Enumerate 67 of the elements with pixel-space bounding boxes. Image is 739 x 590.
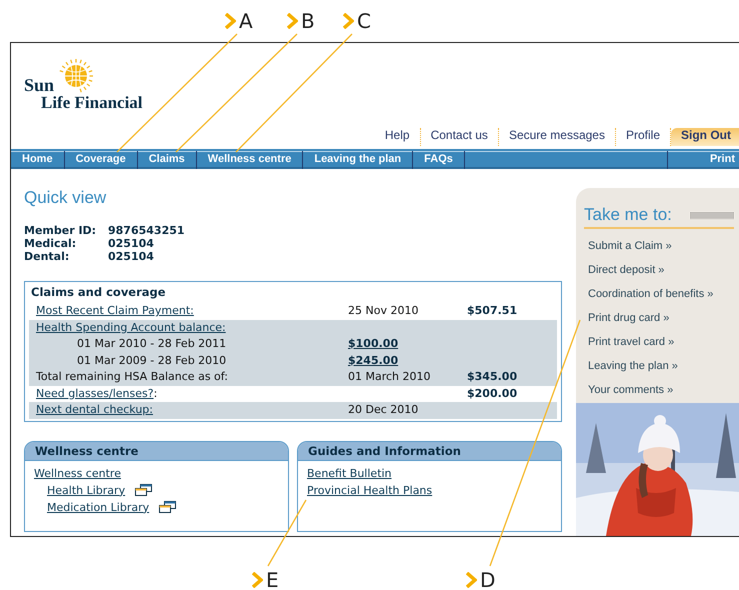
header-link[interactable]: Contact us xyxy=(420,128,499,146)
claims-link[interactable]: Need glasses/lenses? xyxy=(36,386,154,400)
header-link[interactable]: Help xyxy=(374,128,421,146)
new-window-icon xyxy=(159,500,176,512)
sidebar-link[interactable]: Print travel card » xyxy=(588,335,739,350)
new-window-icon xyxy=(135,484,152,496)
member-value: 9876543251 xyxy=(108,224,186,237)
member-label: Member ID: xyxy=(24,224,98,237)
chevron-icon xyxy=(252,572,263,588)
panel-link[interactable]: Wellness centre xyxy=(34,466,121,480)
panel-title: Claims and coverage xyxy=(30,284,167,301)
sidebar-link[interactable]: Submit a Claim » xyxy=(588,239,739,254)
callout-label: D xyxy=(480,570,496,590)
chevron-icon xyxy=(343,13,354,29)
chevron-icon xyxy=(287,13,298,29)
callout-label: E xyxy=(266,570,279,590)
amount-link[interactable]: $245.00 xyxy=(348,354,398,366)
sidebar-title: Take me to: xyxy=(584,205,672,225)
nav-item[interactable]: FAQs xyxy=(413,151,465,169)
claims-link[interactable]: Next dental checkup: xyxy=(36,403,153,416)
total-label: Total remaining HSA Balance as of: xyxy=(36,369,229,385)
chevron-icon xyxy=(225,13,236,29)
panel-link[interactable]: Provincial Health Plans xyxy=(307,484,432,496)
sidebar-link[interactable]: Your comments » xyxy=(588,383,739,398)
panel-link[interactable]: Medication Library xyxy=(47,500,150,514)
logo-text: Sun xyxy=(24,75,54,96)
sign-out-tab[interactable]: Sign Out xyxy=(671,128,739,146)
panel-header: Guides and Information xyxy=(298,442,561,460)
panel-link[interactable]: Benefit Bulletin xyxy=(307,466,392,480)
logo-text: Life Financial xyxy=(41,93,143,113)
date-text: 01 March 2010 xyxy=(348,369,432,385)
member-value: 025104 xyxy=(108,250,155,263)
amount-link[interactable]: $100.00 xyxy=(348,337,398,350)
page-title: Quick view xyxy=(24,188,108,208)
chevron-icon xyxy=(466,572,477,588)
amount-text: $345.00 xyxy=(467,369,518,385)
leader-line xyxy=(267,500,307,566)
nav-item[interactable]: Home xyxy=(11,151,65,169)
nav-item[interactable]: Leaving the plan xyxy=(303,151,414,169)
nav-item[interactable]: Coverage xyxy=(64,151,138,169)
panel-header: Wellness centre xyxy=(25,442,288,460)
nav-item[interactable]: Claims xyxy=(138,151,197,169)
callout-label: B xyxy=(301,11,315,31)
amount-text: $200.00 xyxy=(467,386,518,402)
member-label: Dental: xyxy=(24,250,70,263)
sidebar-link[interactable]: Direct deposit » xyxy=(588,263,739,278)
date-text: 20 Dec 2010 xyxy=(348,402,420,418)
member-label: Medical: xyxy=(24,237,78,250)
callout-label: A xyxy=(239,11,253,31)
sidebar-link[interactable]: Print drug card » xyxy=(588,311,739,326)
label-suffix: : xyxy=(154,386,158,400)
sun-logo-icon xyxy=(58,58,94,94)
sidebar-link[interactable]: Coordination of benefits » xyxy=(588,287,739,302)
callout-label: C xyxy=(357,11,371,31)
dotted-pattern xyxy=(690,212,734,218)
member-value: 025104 xyxy=(108,237,155,250)
claims-link[interactable]: Health Spending Account balance: xyxy=(36,320,226,334)
print-link[interactable]: Print xyxy=(668,151,739,169)
header-link[interactable]: Secure messages xyxy=(498,128,616,146)
amount-text: $507.51 xyxy=(467,303,518,319)
claims-link[interactable]: Most Recent Claim Payment: xyxy=(36,304,194,317)
period-text: 01 Mar 2010 - 28 Feb 2011 xyxy=(77,337,226,350)
nav-item[interactable]: Wellness centre xyxy=(196,151,304,169)
period-text: 01 Mar 2009 - 28 Feb 2010 xyxy=(77,354,226,366)
date-text: 25 Nov 2010 xyxy=(348,303,420,319)
panel-link[interactable]: Health Library xyxy=(47,484,126,496)
sidebar-link[interactable]: Leaving the plan » xyxy=(588,359,739,374)
